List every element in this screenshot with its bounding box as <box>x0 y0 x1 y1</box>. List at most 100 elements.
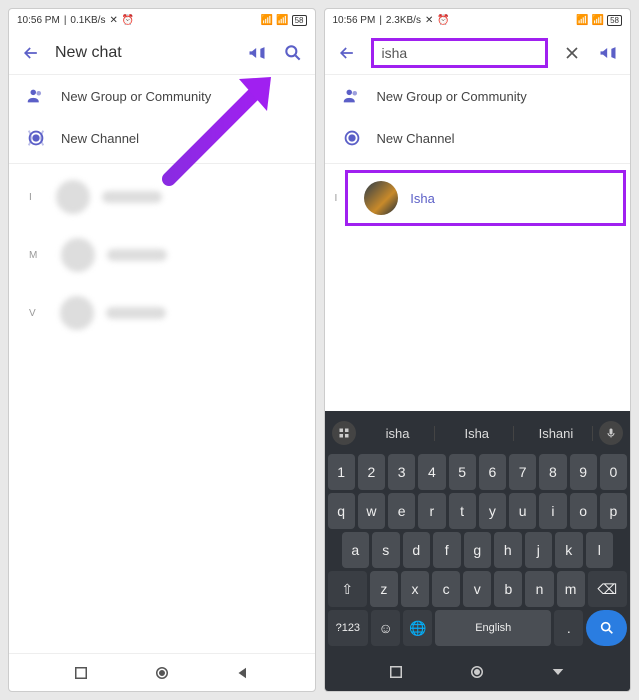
key-row-3: ⇧ zxcvbnm ⌫ <box>328 571 628 607</box>
wifi-icon: 📶 <box>276 15 288 26</box>
contact-row[interactable]: Isha <box>348 173 623 223</box>
key-row-bottom: ?123 ☺ 🌐 English . <box>328 610 628 646</box>
key-o[interactable]: o <box>570 493 597 529</box>
avatar <box>364 181 398 215</box>
avatar <box>60 296 94 330</box>
period-key[interactable]: . <box>554 610 583 646</box>
key-y[interactable]: y <box>479 493 506 529</box>
mic-icon[interactable] <box>599 421 623 445</box>
key-c[interactable]: c <box>432 571 460 607</box>
contact-row[interactable] <box>40 172 305 222</box>
key-b[interactable]: b <box>494 571 522 607</box>
nav-home[interactable] <box>153 664 171 682</box>
search-key[interactable] <box>586 610 627 646</box>
phone-left: 10:56 PM | 0.1KB/s ✕ ⏰ 📶 📶 58 New chat <box>8 8 316 692</box>
key-8[interactable]: 8 <box>539 454 566 490</box>
key-p[interactable]: p <box>600 493 627 529</box>
avatar <box>56 180 90 214</box>
key-j[interactable]: j <box>525 532 553 568</box>
key-2[interactable]: 2 <box>358 454 385 490</box>
status-bar: 10:56 PM | 2.3KB/s ✕ ⏰ 📶 📶 58 <box>325 9 631 31</box>
key-n[interactable]: n <box>525 571 553 607</box>
signal-icon: 📶 <box>576 15 588 26</box>
divider <box>325 163 631 164</box>
key-q[interactable]: q <box>328 493 355 529</box>
megaphone-icon[interactable] <box>245 41 269 65</box>
key-a[interactable]: a <box>342 532 370 568</box>
clear-search-button[interactable] <box>560 41 584 65</box>
avatar <box>61 238 95 272</box>
space-key[interactable]: English <box>435 610 551 646</box>
android-navbar <box>325 653 631 691</box>
key-0[interactable]: 0 <box>600 454 627 490</box>
option-label: New Group or Community <box>61 89 211 104</box>
search-input[interactable] <box>382 45 538 61</box>
key-d[interactable]: d <box>403 532 431 568</box>
key-g[interactable]: g <box>464 532 492 568</box>
globe-key[interactable]: 🌐 <box>403 610 432 646</box>
key-t[interactable]: t <box>449 493 476 529</box>
key-u[interactable]: u <box>509 493 536 529</box>
search-result-highlight: Isha <box>345 170 626 226</box>
symbols-key[interactable]: ?123 <box>328 610 369 646</box>
battery-icon: 58 <box>292 15 307 26</box>
key-m[interactable]: m <box>557 571 585 607</box>
new-channel-option[interactable]: New Channel <box>325 117 631 159</box>
key-i[interactable]: i <box>539 493 566 529</box>
backspace-key[interactable]: ⌫ <box>588 571 627 607</box>
key-l[interactable]: l <box>586 532 614 568</box>
new-group-option[interactable]: New Group or Community <box>9 75 315 117</box>
keyboard[interactable]: isha Isha Ishani 1234567890 qwertyuiop a… <box>325 411 631 653</box>
megaphone-icon[interactable] <box>596 41 620 65</box>
nav-recent[interactable] <box>72 664 90 682</box>
emoji-key[interactable]: ☺ <box>371 610 400 646</box>
nav-home[interactable] <box>468 663 486 681</box>
suggestion[interactable]: Ishani <box>520 426 593 441</box>
section-letter: I <box>19 192 32 203</box>
key-h[interactable]: h <box>494 532 522 568</box>
status-time: 10:56 PM <box>333 15 376 26</box>
key-s[interactable]: s <box>372 532 400 568</box>
search-button[interactable] <box>281 41 305 65</box>
key-5[interactable]: 5 <box>449 454 476 490</box>
key-x[interactable]: x <box>401 571 429 607</box>
suggestion[interactable]: isha <box>362 426 435 441</box>
key-w[interactable]: w <box>358 493 385 529</box>
key-row-numbers: 1234567890 <box>328 454 628 490</box>
key-k[interactable]: k <box>555 532 583 568</box>
key-e[interactable]: e <box>388 493 415 529</box>
key-z[interactable]: z <box>370 571 398 607</box>
section-letter: V <box>19 308 36 319</box>
contact-row[interactable] <box>44 288 305 338</box>
keyboard-apps-icon[interactable] <box>332 421 356 445</box>
contact-row[interactable] <box>45 230 304 280</box>
nav-recent[interactable] <box>387 663 405 681</box>
key-7[interactable]: 7 <box>509 454 536 490</box>
status-time: 10:56 PM <box>17 15 60 26</box>
search-input-wrapper[interactable] <box>371 38 549 68</box>
key-3[interactable]: 3 <box>388 454 415 490</box>
new-group-option[interactable]: New Group or Community <box>325 75 631 117</box>
back-button[interactable] <box>335 41 359 65</box>
divider <box>9 163 315 164</box>
key-f[interactable]: f <box>433 532 461 568</box>
nav-keyboard-hide[interactable] <box>549 663 567 681</box>
nav-back[interactable] <box>234 664 252 682</box>
key-row-1: qwertyuiop <box>328 493 628 529</box>
key-r[interactable]: r <box>418 493 445 529</box>
suggestion[interactable]: Isha <box>441 426 514 441</box>
key-9[interactable]: 9 <box>570 454 597 490</box>
key-v[interactable]: v <box>463 571 491 607</box>
channel-icon <box>341 127 363 149</box>
key-6[interactable]: 6 <box>479 454 506 490</box>
shift-key[interactable]: ⇧ <box>328 571 367 607</box>
new-channel-option[interactable]: New Channel <box>9 117 315 159</box>
option-label: New Channel <box>377 131 455 146</box>
contact-name-blurred <box>107 249 167 261</box>
key-4[interactable]: 4 <box>418 454 445 490</box>
contact-name-blurred <box>106 307 166 319</box>
page-title: New chat <box>55 44 233 62</box>
back-button[interactable] <box>19 41 43 65</box>
suggestion-row: isha Isha Ishani <box>328 415 628 451</box>
key-1[interactable]: 1 <box>328 454 355 490</box>
